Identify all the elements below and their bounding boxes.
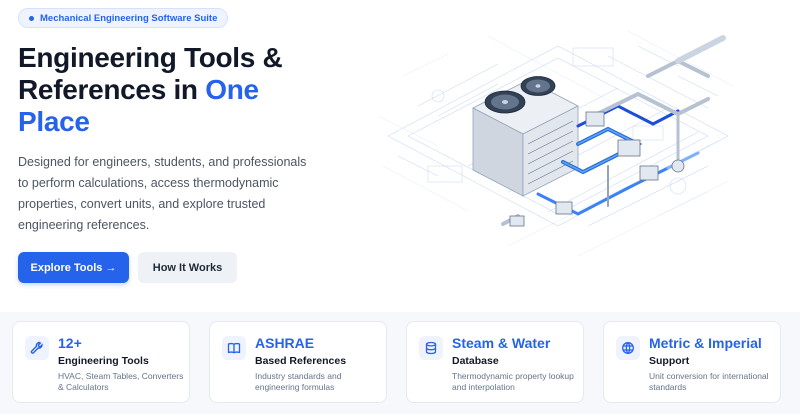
headline-part1: Engineering Tools & <box>18 42 283 73</box>
badge-dot-icon <box>29 15 34 21</box>
explore-tools-button[interactable]: Explore Tools → <box>18 252 129 283</box>
stat-subtitle: Based References <box>255 355 347 367</box>
database-icon <box>419 336 443 360</box>
stat-title: ASHRAE <box>255 335 315 351</box>
globe-icon <box>616 336 640 360</box>
hero-description: Designed for engineers, students, and pr… <box>18 155 307 232</box>
stat-subtitle: Engineering Tools <box>58 355 149 367</box>
headline-part2: References in <box>18 74 198 105</box>
headline-accent2: Place <box>18 106 90 137</box>
stat-title: 12+ <box>58 335 82 351</box>
hvac-illustration-icon <box>378 30 734 257</box>
how-it-works-button[interactable]: How It Works <box>138 252 237 283</box>
headline-accent1: One <box>205 74 259 105</box>
stat-title: Metric & Imperial <box>649 335 762 351</box>
stat-detail: Unit conversion for international standa… <box>649 371 769 392</box>
book-icon <box>222 336 246 360</box>
stat-card-steam: Steam & Water Database Thermodynamic pro… <box>406 321 584 403</box>
page-title: Engineering Tools & References in One Pl… <box>18 42 338 138</box>
wrench-icon <box>25 336 49 360</box>
stat-card-tools: 12+ Engineering Tools HVAC, Steam Tables… <box>12 321 190 403</box>
stat-subtitle: Support <box>649 355 690 367</box>
hero-section: Mechanical Engineering Software Suite En… <box>0 0 800 312</box>
suite-badge: Mechanical Engineering Software Suite <box>18 8 229 28</box>
stat-subtitle: Database <box>452 355 499 367</box>
stat-title: Steam & Water <box>452 335 551 351</box>
badge-label: Mechanical Engineering Software Suite <box>40 12 218 24</box>
stat-card-ashrae: ASHRAE Based References Industry standar… <box>209 321 387 403</box>
stat-card-units: Metric & Imperial Support Unit conversio… <box>603 321 781 403</box>
stat-detail: Industry standards and engineering formu… <box>255 371 342 392</box>
stat-detail: HVAC, Steam Tables, Converters & Calcula… <box>58 371 184 392</box>
stat-detail: Thermodynamic property lookup and interp… <box>452 371 574 392</box>
